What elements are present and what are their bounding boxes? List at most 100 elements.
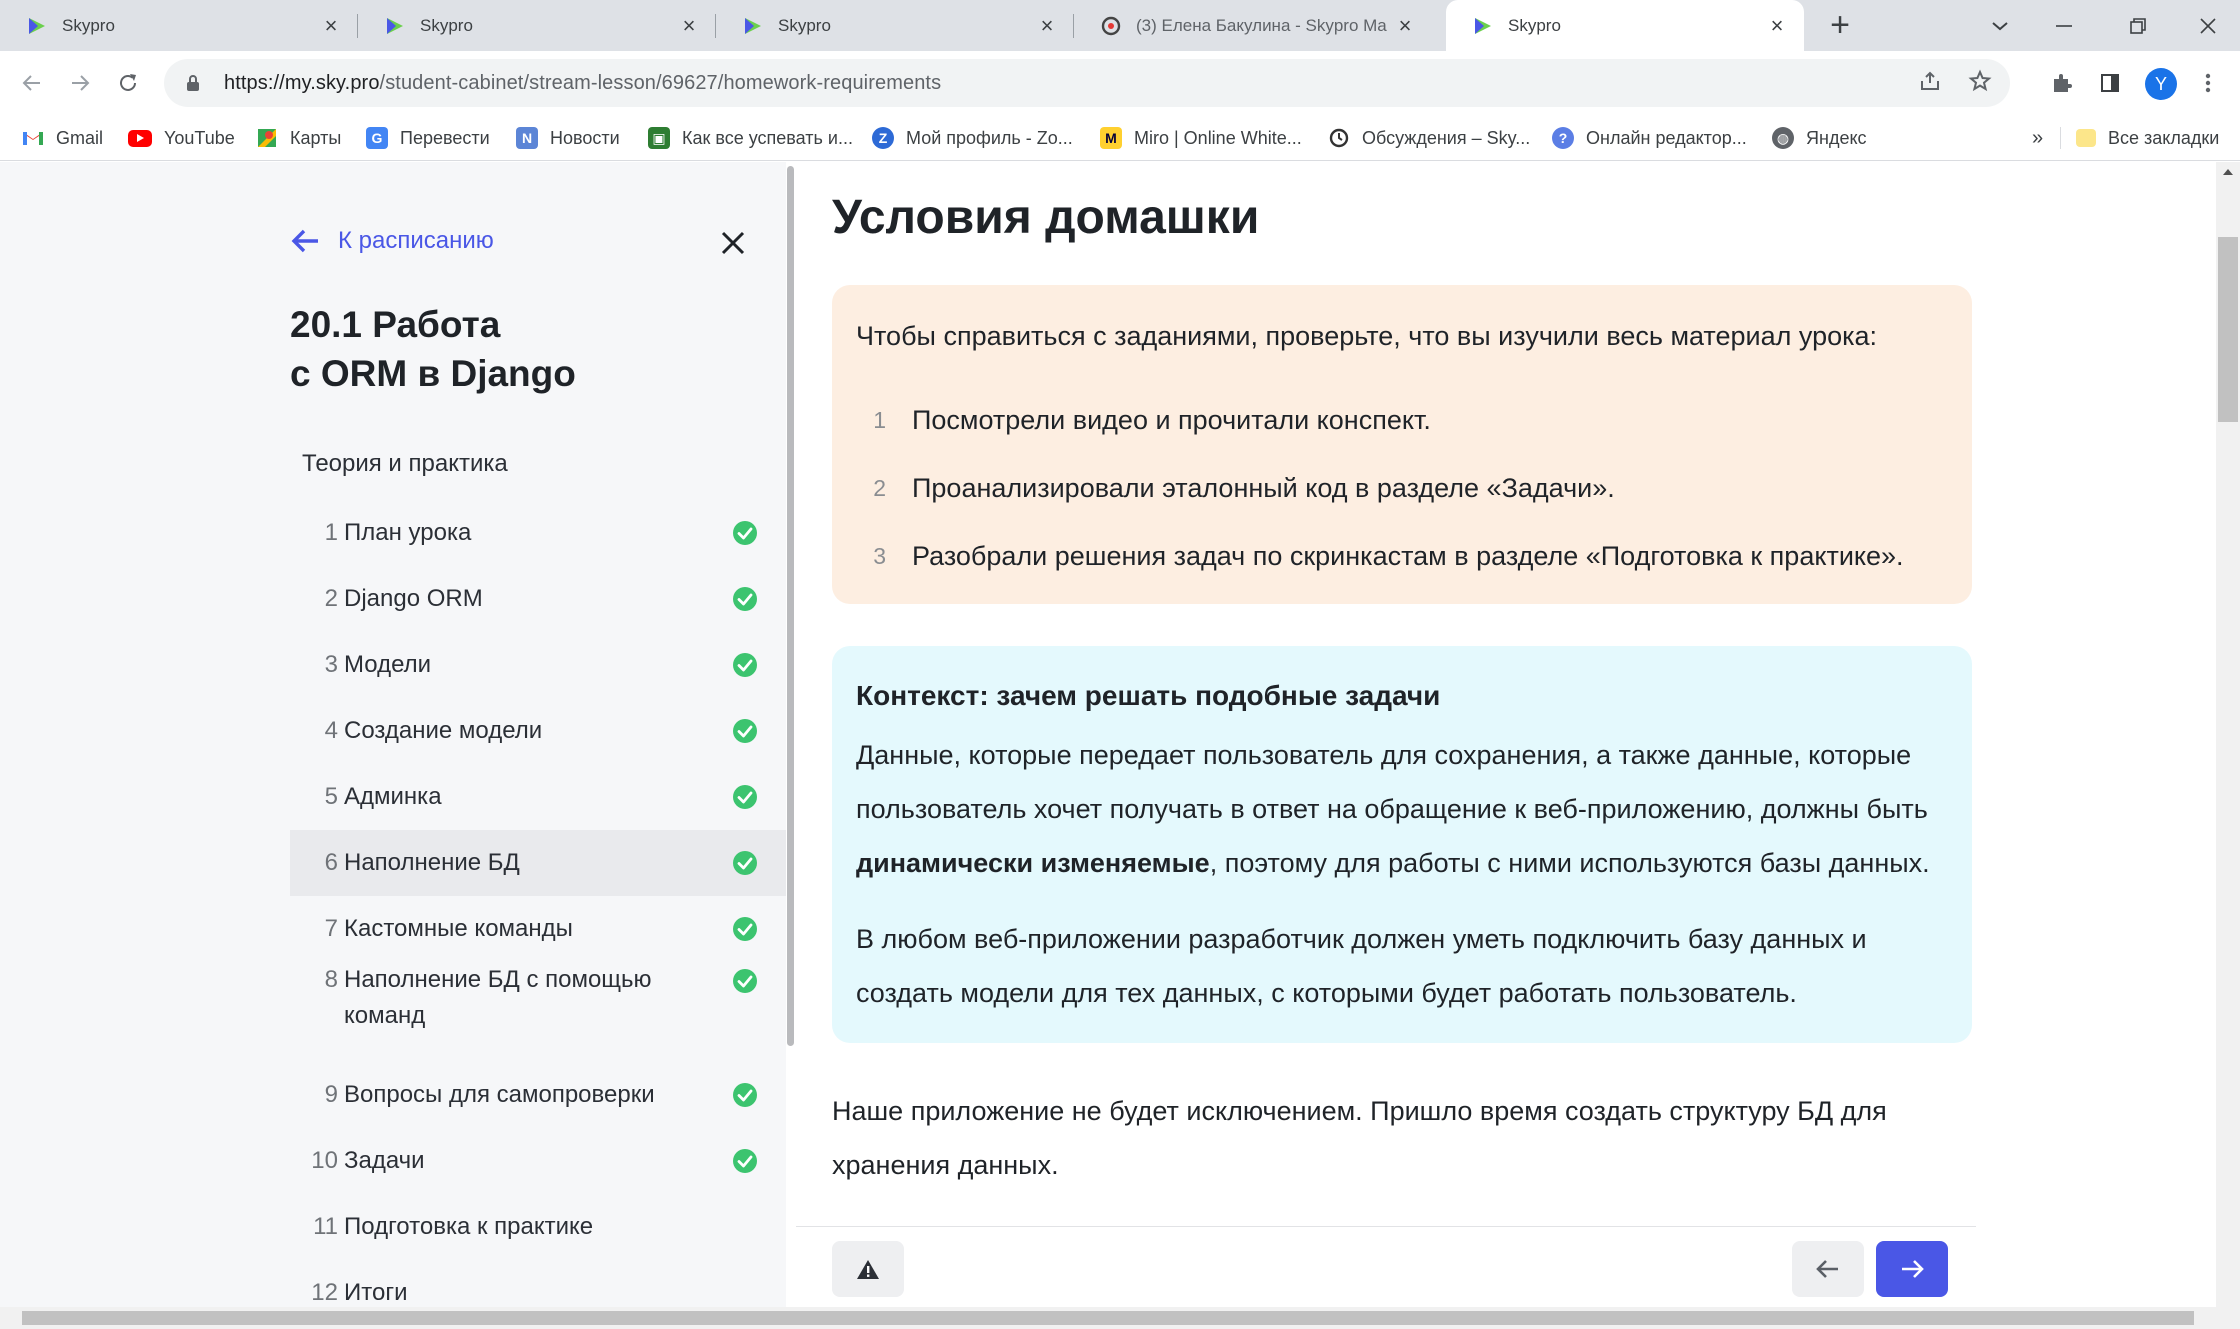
lesson-title: 20.1 Работа с ORM в Django (290, 304, 576, 394)
toc-item-number: 7 (324, 915, 338, 942)
bookmark-maps[interactable]: Карты (256, 125, 341, 151)
toc-item-label: Вопросы для самопроверки (344, 1081, 655, 1108)
sidebar-toc-item[interactable]: 10 Задачи (290, 1128, 786, 1194)
more-menu-icon[interactable] (2190, 65, 2226, 101)
back-to-schedule-link[interactable]: К расписанию (290, 225, 494, 257)
sidebar-toc-item[interactable]: 4 Создание модели (290, 698, 786, 764)
reload-icon[interactable] (110, 65, 146, 101)
context-title: Контекст: зачем решать подобные задачи (856, 680, 1441, 711)
checklist-item: 1 Посмотрели видео и прочитали конспект. (873, 404, 1431, 435)
check-circle-icon (733, 917, 757, 941)
toc-item-label: Админка (344, 783, 442, 810)
toc-item-number: 6 (324, 849, 338, 876)
url-text: https://my.sky.pro/student-cabinet/strea… (224, 71, 942, 94)
bookmark-editor[interactable]: ? Онлайн редактор... (1552, 125, 1747, 151)
toc-item-label: Модели (344, 651, 432, 678)
context-paragraph: В любом веб-приложении разработчик долже… (856, 924, 1867, 1008)
address-bar[interactable]: https://my.sky.pro/student-cabinet/strea… (164, 59, 2010, 107)
browser-tab-active[interactable]: Skypro × (1446, 0, 1804, 51)
forward-arrow-icon[interactable] (62, 65, 98, 101)
lesson-sidebar: К расписанию 20.1 Работа с ORM в Django … (0, 162, 786, 1307)
horizontal-scrollbar-thumb[interactable] (22, 1311, 2194, 1325)
restore-button[interactable] (2106, 0, 2170, 51)
sidebar-toc-item[interactable]: 1 План урока (290, 500, 786, 566)
check-circle-icon (733, 1149, 757, 1173)
bookmark-star-icon[interactable] (1968, 69, 1992, 99)
browser-tab[interactable]: (3) Елена Бакулина - Skypro Ma × (1074, 0, 1432, 51)
skypro-favicon-icon (26, 15, 48, 37)
browser-tab[interactable]: Skypro × (716, 0, 1074, 51)
bookmarks-overflow-button[interactable]: » (2032, 125, 2043, 151)
side-panel-icon[interactable] (2092, 65, 2128, 101)
bookmark-translate[interactable]: G Перевести (366, 125, 490, 151)
bookmark-calendar[interactable]: ▣ Как все успевать и... (648, 125, 853, 151)
checklist-item: 3 Разобрали решения задач по скринкастам … (873, 540, 1904, 571)
toc-item-label: Подготовка к практике (344, 1213, 594, 1240)
all-bookmarks-folder[interactable]: Все закладки (2076, 125, 2219, 151)
close-window-button[interactable] (2176, 0, 2240, 51)
toc-item-number: 4 (324, 717, 338, 744)
arrow-left-icon (1816, 1260, 1838, 1278)
scroll-up-icon[interactable] (2222, 168, 2234, 176)
horizontal-scrollbar[interactable] (0, 1307, 2240, 1329)
sidebar-toc-item[interactable]: 8 Наполнение БД с помощью команд (290, 962, 786, 1062)
bookmark-zoom[interactable]: Z Мой профиль - Zo... (872, 125, 1073, 151)
bookmark-gmail[interactable]: Gmail (22, 125, 103, 151)
sidebar-scrollbar-thumb[interactable] (787, 166, 794, 1046)
arrow-left-icon (291, 229, 318, 253)
tab-close-icon[interactable]: × (1036, 14, 1058, 37)
new-tab-button[interactable]: + (1822, 8, 1858, 44)
check-circle-icon (733, 719, 757, 743)
tab-close-icon[interactable]: × (1394, 14, 1416, 37)
toc-item-number: 12 (311, 1279, 338, 1306)
sidebar-toc-item[interactable]: 9 Вопросы для самопроверки (290, 1062, 786, 1128)
check-circle-icon (733, 851, 757, 875)
report-issue-button[interactable] (832, 1241, 904, 1297)
back-arrow-icon[interactable] (14, 65, 50, 101)
news-icon: N (516, 127, 538, 149)
previous-step-button[interactable] (1792, 1241, 1864, 1297)
tab-close-icon[interactable]: × (678, 14, 700, 37)
close-icon[interactable] (716, 226, 750, 260)
page-title: Условия домашки (832, 191, 1260, 244)
bookmark-youtube[interactable]: YouTube (128, 125, 235, 151)
profile-avatar[interactable]: Y (2145, 68, 2177, 100)
toc-item-label: Наполнение БД с помощью команд (344, 966, 652, 1029)
toc-item-label: План урока (344, 519, 472, 546)
skypro-favicon-icon (384, 15, 406, 37)
sidebar-toc-item[interactable]: 2 Django ORM (290, 566, 786, 632)
context-card: Контекст: зачем решать подобные задачи Д… (832, 646, 1972, 1043)
tab-search-chevron-icon[interactable] (1968, 0, 2032, 51)
extensions-puzzle-icon[interactable] (2044, 65, 2080, 101)
check-circle-icon (733, 653, 757, 677)
toc-item-label: Наполнение БД (344, 849, 520, 876)
browser-tab[interactable]: Skypro × (358, 0, 716, 51)
toc-item-number: 3 (324, 651, 338, 678)
sidebar-toc-item[interactable]: 7 Кастомные команды (290, 896, 786, 962)
sidebar-toc-item[interactable]: 3 Модели (290, 632, 786, 698)
tab-close-icon[interactable]: × (320, 14, 342, 37)
minimize-button[interactable] (2032, 0, 2096, 51)
maps-icon (256, 127, 278, 149)
lock-icon[interactable] (186, 73, 202, 93)
browser-tab[interactable]: Skypro × (0, 0, 358, 51)
tab-close-icon[interactable]: × (1766, 14, 1788, 37)
sidebar-toc-item[interactable]: 5 Админка (290, 764, 786, 830)
toc-item-number: 8 (324, 966, 338, 993)
checklist-intro: Чтобы справиться с заданиями, проверьте,… (856, 321, 1878, 351)
share-icon[interactable] (1918, 69, 1942, 99)
editor-icon: ? (1552, 127, 1574, 149)
messenger-favicon-icon (1100, 15, 1122, 37)
sidebar-toc-item[interactable]: 11 Подготовка к практике (290, 1194, 786, 1260)
bookmark-yandex[interactable]: ◍ Яндекс (1772, 125, 1867, 151)
miro-icon: M (1100, 127, 1122, 149)
bookmark-miro[interactable]: M Miro | Online White... (1100, 125, 1302, 151)
content-scrollbar-thumb[interactable] (2218, 237, 2238, 422)
bookmark-news[interactable]: N Новости (516, 125, 620, 151)
sidebar-toc-item[interactable]: 6 Наполнение БД (290, 830, 786, 896)
bookmark-discussions[interactable]: Обсуждения – Sky... (1328, 125, 1530, 151)
toc-item-number: 9 (324, 1081, 338, 1108)
tab-title: Skypro (420, 15, 473, 35)
bookmarks-bar: Gmail YouTube Карты G Перевести N Новост… (0, 115, 2240, 161)
next-step-button[interactable] (1876, 1241, 1948, 1297)
